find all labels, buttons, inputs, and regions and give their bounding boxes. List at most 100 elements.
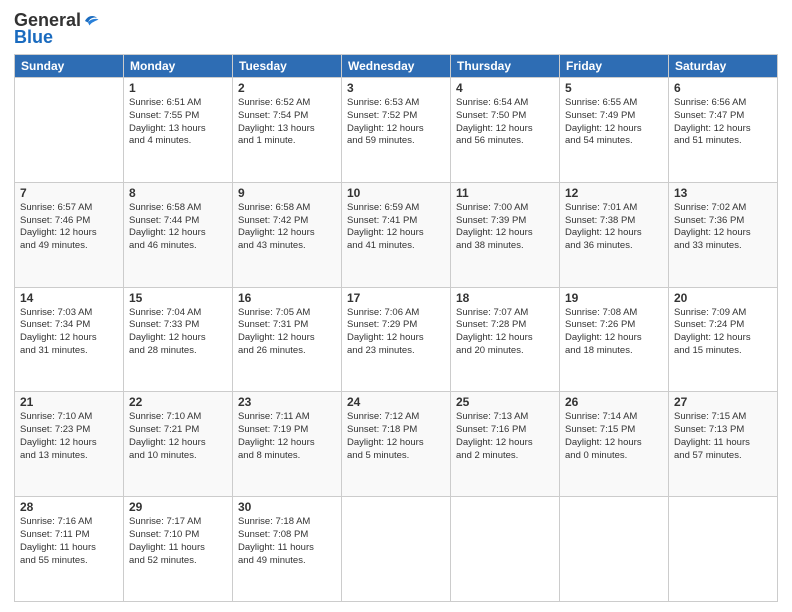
day-info: Sunrise: 6:52 AM Sunset: 7:54 PM Dayligh… (238, 97, 336, 148)
day-number: 10 (347, 186, 445, 200)
day-number: 1 (129, 81, 227, 95)
day-number: 24 (347, 395, 445, 409)
day-info: Sunrise: 7:01 AM Sunset: 7:38 PM Dayligh… (565, 202, 663, 253)
day-number: 28 (20, 500, 118, 514)
week-row-5: 28 Sunrise: 7:16 AM Sunset: 7:11 PM Dayli… (15, 497, 778, 602)
calendar-cell (15, 78, 124, 183)
day-info: Sunrise: 6:51 AM Sunset: 7:55 PM Dayligh… (129, 97, 227, 148)
column-header-tuesday: Tuesday (233, 55, 342, 78)
day-info: Sunrise: 6:55 AM Sunset: 7:49 PM Dayligh… (565, 97, 663, 148)
week-row-3: 14 Sunrise: 7:03 AM Sunset: 7:34 PM Dayli… (15, 287, 778, 392)
calendar-cell: 26 Sunrise: 7:14 AM Sunset: 7:15 PM Dayli… (560, 392, 669, 497)
calendar-cell: 15 Sunrise: 7:04 AM Sunset: 7:33 PM Dayli… (124, 287, 233, 392)
calendar-cell: 1 Sunrise: 6:51 AM Sunset: 7:55 PM Daylig… (124, 78, 233, 183)
day-info: Sunrise: 7:04 AM Sunset: 7:33 PM Dayligh… (129, 307, 227, 358)
calendar-cell (669, 497, 778, 602)
week-row-1: 1 Sunrise: 6:51 AM Sunset: 7:55 PM Daylig… (15, 78, 778, 183)
day-number: 2 (238, 81, 336, 95)
day-number: 7 (20, 186, 118, 200)
day-info: Sunrise: 7:16 AM Sunset: 7:11 PM Dayligh… (20, 516, 118, 567)
calendar-cell: 5 Sunrise: 6:55 AM Sunset: 7:49 PM Daylig… (560, 78, 669, 183)
day-info: Sunrise: 7:12 AM Sunset: 7:18 PM Dayligh… (347, 411, 445, 462)
calendar-cell: 6 Sunrise: 6:56 AM Sunset: 7:47 PM Daylig… (669, 78, 778, 183)
day-info: Sunrise: 7:15 AM Sunset: 7:13 PM Dayligh… (674, 411, 772, 462)
day-number: 11 (456, 186, 554, 200)
calendar-cell: 13Sunrise: 7:02 AM Sunset: 7:36 PM Dayli… (669, 182, 778, 287)
day-info: Sunrise: 7:13 AM Sunset: 7:16 PM Dayligh… (456, 411, 554, 462)
day-info: Sunrise: 7:14 AM Sunset: 7:15 PM Dayligh… (565, 411, 663, 462)
day-info: Sunrise: 7:00 AM Sunset: 7:39 PM Dayligh… (456, 202, 554, 253)
calendar-cell: 27 Sunrise: 7:15 AM Sunset: 7:13 PM Dayli… (669, 392, 778, 497)
day-info: Sunrise: 7:03 AM Sunset: 7:34 PM Dayligh… (20, 307, 118, 358)
day-number: 19 (565, 291, 663, 305)
calendar-cell: 4Sunrise: 6:54 AM Sunset: 7:50 PM Daylig… (451, 78, 560, 183)
calendar-cell: 21Sunrise: 7:10 AM Sunset: 7:23 PM Dayli… (15, 392, 124, 497)
day-number: 15 (129, 291, 227, 305)
calendar-header-row: SundayMondayTuesdayWednesdayThursdayFrid… (15, 55, 778, 78)
calendar-cell (451, 497, 560, 602)
calendar-cell: 30 Sunrise: 7:18 AM Sunset: 7:08 PM Dayli… (233, 497, 342, 602)
calendar-cell: 3Sunrise: 6:53 AM Sunset: 7:52 PM Daylig… (342, 78, 451, 183)
calendar-cell (342, 497, 451, 602)
calendar-cell: 29 Sunrise: 7:17 AM Sunset: 7:10 PM Dayli… (124, 497, 233, 602)
week-row-2: 7 Sunrise: 6:57 AM Sunset: 7:46 PM Daylig… (15, 182, 778, 287)
calendar-cell: 16 Sunrise: 7:05 AM Sunset: 7:31 PM Dayli… (233, 287, 342, 392)
day-number: 21 (20, 395, 118, 409)
day-info: Sunrise: 7:18 AM Sunset: 7:08 PM Dayligh… (238, 516, 336, 567)
calendar-cell: 9 Sunrise: 6:58 AM Sunset: 7:42 PM Daylig… (233, 182, 342, 287)
day-info: Sunrise: 6:59 AM Sunset: 7:41 PM Dayligh… (347, 202, 445, 253)
day-number: 16 (238, 291, 336, 305)
day-number: 25 (456, 395, 554, 409)
logo: General Blue (14, 10, 100, 48)
calendar-cell: 23 Sunrise: 7:11 AM Sunset: 7:19 PM Dayli… (233, 392, 342, 497)
calendar-cell: 11 Sunrise: 7:00 AM Sunset: 7:39 PM Dayli… (451, 182, 560, 287)
day-info: Sunrise: 7:17 AM Sunset: 7:10 PM Dayligh… (129, 516, 227, 567)
day-number: 5 (565, 81, 663, 95)
calendar-cell: 8 Sunrise: 6:58 AM Sunset: 7:44 PM Daylig… (124, 182, 233, 287)
day-number: 17 (347, 291, 445, 305)
day-number: 6 (674, 81, 772, 95)
day-info: Sunrise: 6:57 AM Sunset: 7:46 PM Dayligh… (20, 202, 118, 253)
day-number: 12 (565, 186, 663, 200)
day-info: Sunrise: 7:05 AM Sunset: 7:31 PM Dayligh… (238, 307, 336, 358)
calendar-cell: 2 Sunrise: 6:52 AM Sunset: 7:54 PM Daylig… (233, 78, 342, 183)
logo-blue-text: Blue (14, 27, 53, 48)
day-number: 23 (238, 395, 336, 409)
day-info: Sunrise: 7:11 AM Sunset: 7:19 PM Dayligh… (238, 411, 336, 462)
day-number: 20 (674, 291, 772, 305)
day-number: 9 (238, 186, 336, 200)
day-number: 22 (129, 395, 227, 409)
day-info: Sunrise: 7:02 AM Sunset: 7:36 PM Dayligh… (674, 202, 772, 253)
column-header-thursday: Thursday (451, 55, 560, 78)
calendar: SundayMondayTuesdayWednesdayThursdayFrid… (14, 54, 778, 602)
week-row-4: 21Sunrise: 7:10 AM Sunset: 7:23 PM Dayli… (15, 392, 778, 497)
day-info: Sunrise: 7:08 AM Sunset: 7:26 PM Dayligh… (565, 307, 663, 358)
calendar-cell: 17 Sunrise: 7:06 AM Sunset: 7:29 PM Dayli… (342, 287, 451, 392)
calendar-cell: 18 Sunrise: 7:07 AM Sunset: 7:28 PM Dayli… (451, 287, 560, 392)
day-number: 18 (456, 291, 554, 305)
day-number: 14 (20, 291, 118, 305)
calendar-cell: 25 Sunrise: 7:13 AM Sunset: 7:16 PM Dayli… (451, 392, 560, 497)
column-header-friday: Friday (560, 55, 669, 78)
day-info: Sunrise: 7:07 AM Sunset: 7:28 PM Dayligh… (456, 307, 554, 358)
column-header-saturday: Saturday (669, 55, 778, 78)
column-header-sunday: Sunday (15, 55, 124, 78)
day-info: Sunrise: 7:10 AM Sunset: 7:21 PM Dayligh… (129, 411, 227, 462)
day-info: Sunrise: 7:06 AM Sunset: 7:29 PM Dayligh… (347, 307, 445, 358)
day-info: Sunrise: 6:58 AM Sunset: 7:42 PM Dayligh… (238, 202, 336, 253)
day-number: 27 (674, 395, 772, 409)
day-info: Sunrise: 6:56 AM Sunset: 7:47 PM Dayligh… (674, 97, 772, 148)
day-number: 8 (129, 186, 227, 200)
calendar-cell: 12 Sunrise: 7:01 AM Sunset: 7:38 PM Dayli… (560, 182, 669, 287)
day-number: 4 (456, 81, 554, 95)
day-number: 29 (129, 500, 227, 514)
calendar-cell: 20Sunrise: 7:09 AM Sunset: 7:24 PM Dayli… (669, 287, 778, 392)
day-number: 30 (238, 500, 336, 514)
column-header-wednesday: Wednesday (342, 55, 451, 78)
day-number: 26 (565, 395, 663, 409)
calendar-cell: 7 Sunrise: 6:57 AM Sunset: 7:46 PM Daylig… (15, 182, 124, 287)
day-info: Sunrise: 6:58 AM Sunset: 7:44 PM Dayligh… (129, 202, 227, 253)
day-info: Sunrise: 6:53 AM Sunset: 7:52 PM Dayligh… (347, 97, 445, 148)
column-header-monday: Monday (124, 55, 233, 78)
logo-bird-icon (82, 12, 100, 30)
